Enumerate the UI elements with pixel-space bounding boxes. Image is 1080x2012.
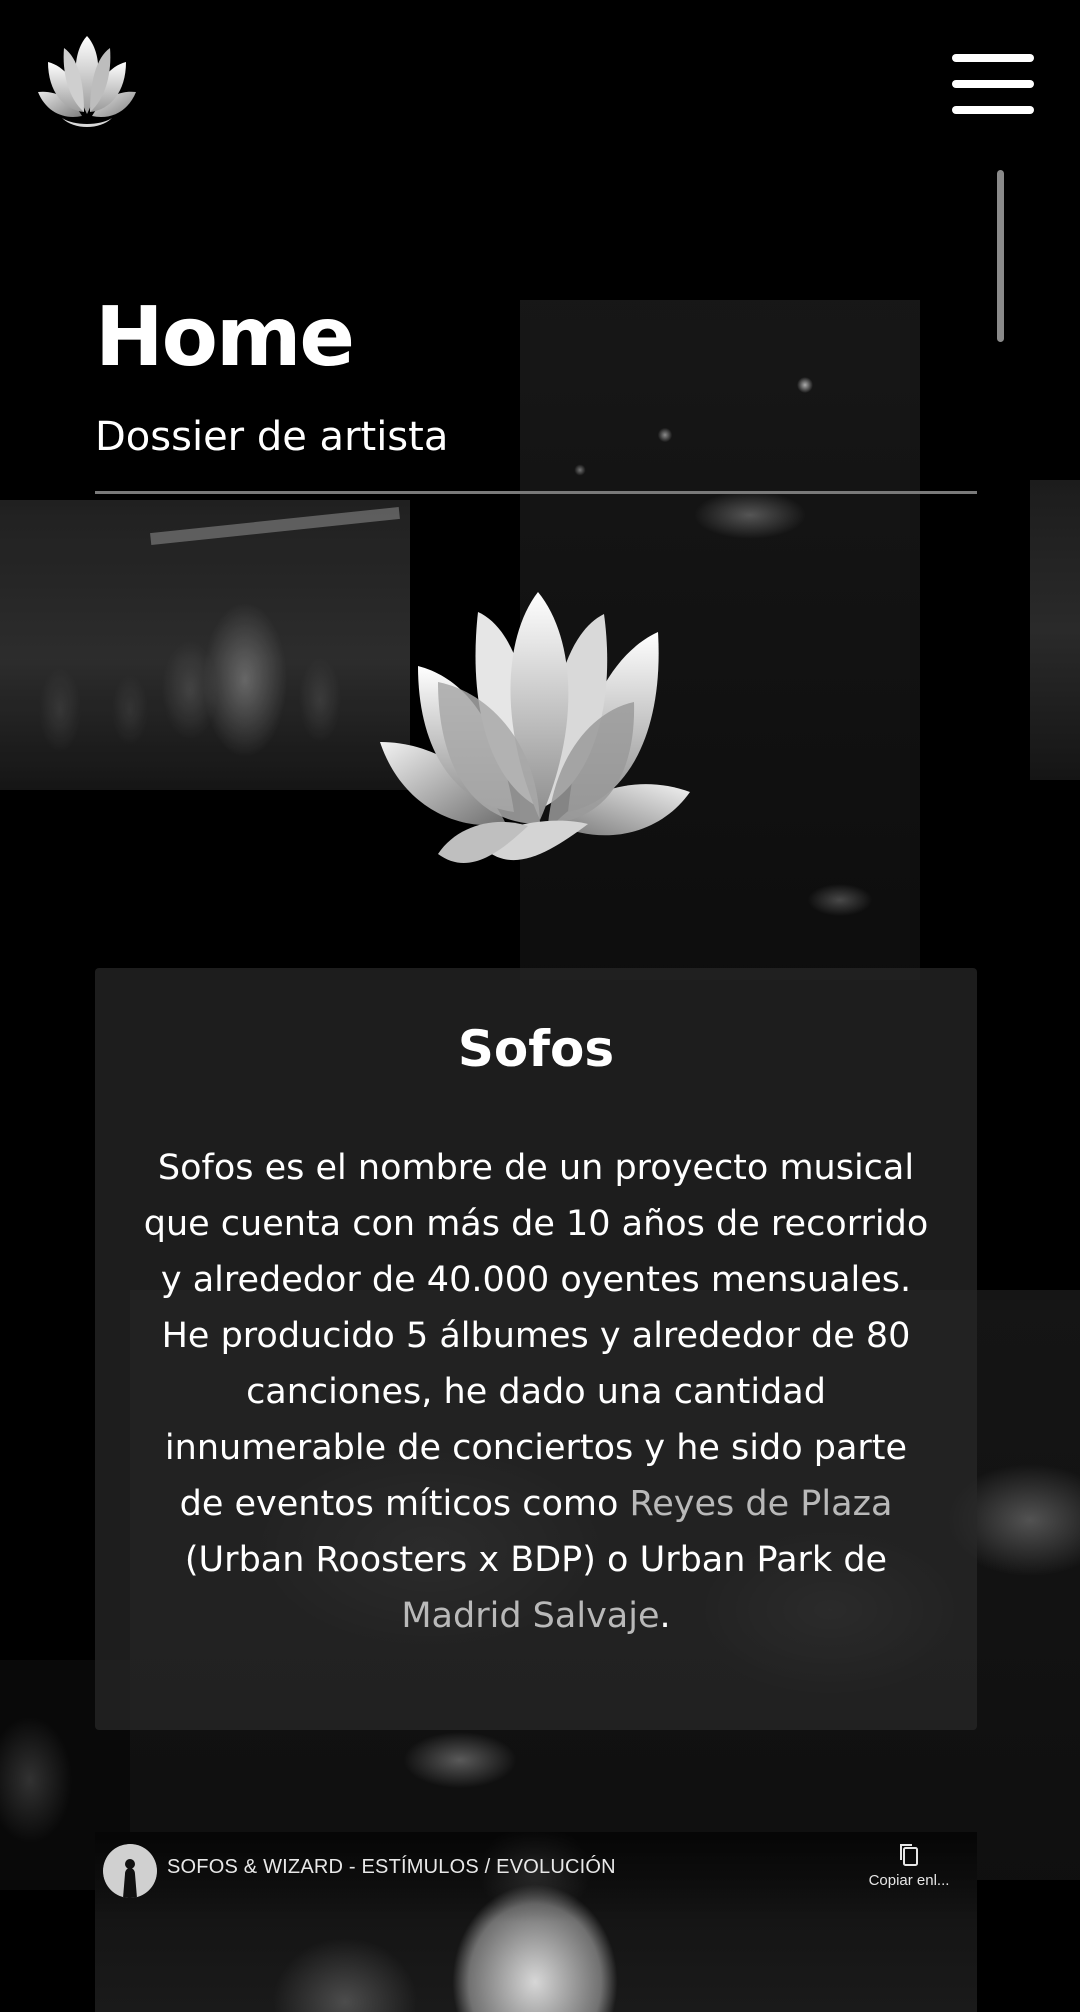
- page-title: Home: [95, 290, 355, 385]
- link-madrid-salvaje[interactable]: Madrid Salvaje: [401, 1596, 659, 1636]
- divider: [95, 491, 977, 494]
- page-subtitle: Dossier de artista: [95, 414, 449, 460]
- copy-icon: [900, 1844, 918, 1866]
- page: Home Dossier de artista Sofos Sofos es e…: [0, 0, 1080, 2012]
- lotus-flower-icon: [378, 592, 693, 882]
- lotus-flower-icon[interactable]: [34, 32, 140, 132]
- channel-avatar[interactable]: [103, 1844, 157, 1898]
- menu-line: [952, 54, 1034, 62]
- menu-line: [952, 80, 1034, 88]
- copy-link-button[interactable]: Copiar enl...: [849, 1842, 969, 1902]
- artist-bio-card: Sofos Sofos es el nombre de un proyecto …: [95, 968, 977, 1730]
- scrollbar-thumb[interactable]: [997, 170, 1004, 342]
- menu-line: [952, 106, 1034, 114]
- bio-text-segment: .: [659, 1596, 671, 1636]
- background-photo-concert-crowd: [0, 500, 410, 790]
- video-title[interactable]: SOFOS & WIZARD - ESTÍMULOS / EVOLUCIÓN: [167, 1856, 616, 1879]
- copy-link-label: Copiar enl...: [868, 1872, 950, 1889]
- link-reyes-de-plaza[interactable]: Reyes de Plaza: [630, 1484, 893, 1524]
- card-title: Sofos: [457, 1020, 615, 1078]
- bio-text-segment: Sofos es el nombre de un proyecto musica…: [143, 1148, 929, 1524]
- background-photo-edge: [1030, 480, 1080, 780]
- bio-text-segment: (Urban Roosters x BDP) o Urban Park de: [184, 1540, 888, 1580]
- youtube-video-embed[interactable]: SOFOS & WIZARD - ESTÍMULOS / EVOLUCIÓN C…: [95, 1832, 977, 2012]
- artist-bio-text: Sofos es el nombre de un proyecto musica…: [141, 1140, 931, 1644]
- hamburger-menu-icon[interactable]: [952, 54, 1034, 116]
